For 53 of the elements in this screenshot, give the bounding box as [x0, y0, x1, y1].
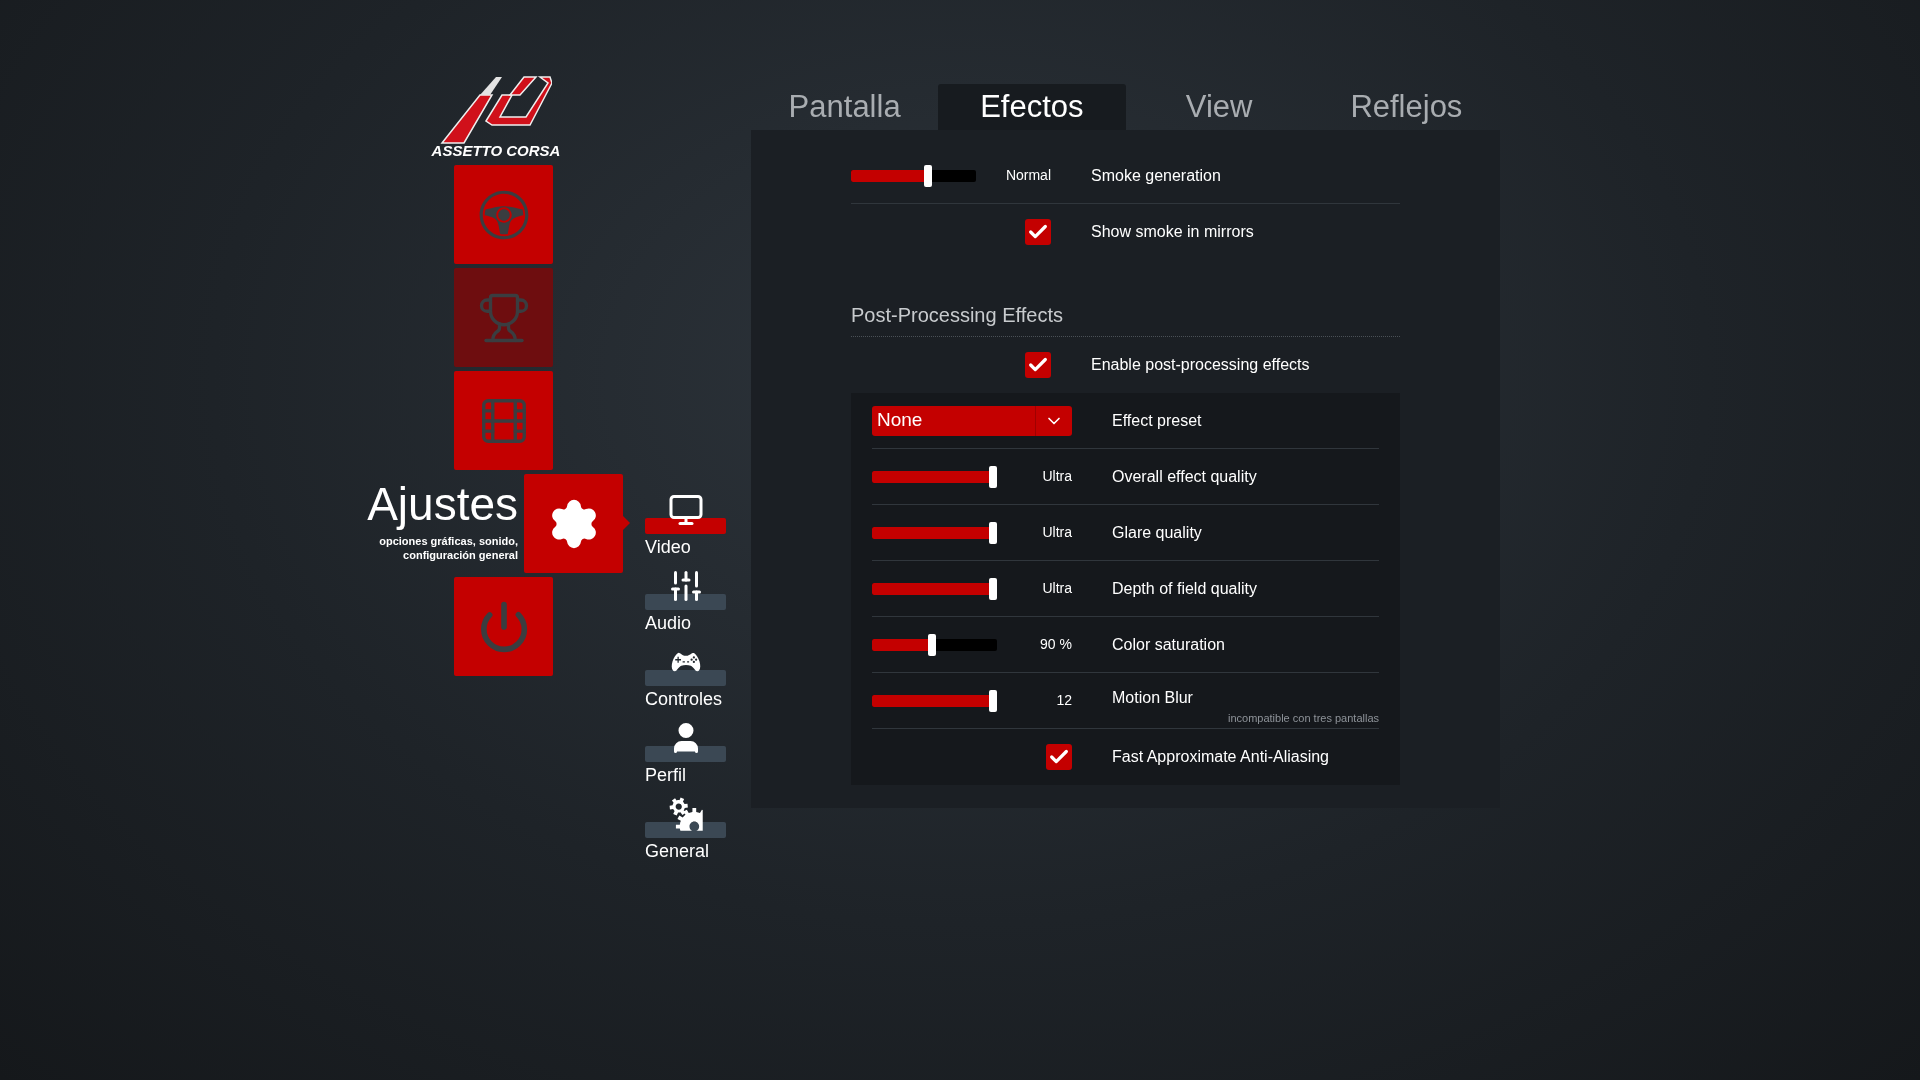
- checkbox[interactable]: [1046, 744, 1072, 770]
- setting-label: Fast Approximate Anti-Aliasing: [1112, 747, 1330, 767]
- logo-text: ASSETTO CORSA: [431, 143, 561, 158]
- tab[interactable]: View: [1125, 84, 1313, 130]
- slider-value: Ultra: [1042, 579, 1072, 598]
- submenu-item[interactable]: Perfil: [645, 762, 726, 788]
- slider-thumb[interactable]: [923, 164, 932, 187]
- submenu-item[interactable]: Controles: [645, 686, 726, 712]
- tab[interactable]: Pantalla: [751, 84, 939, 130]
- menu-tile[interactable]: [454, 577, 553, 676]
- monitor-icon: [667, 492, 704, 528]
- section-subtitle: opciones gráficas, sonido, configuración general: [378, 534, 518, 562]
- setting-label: Show smoke in mirrors: [1091, 222, 1255, 242]
- checkbox[interactable]: [1025, 219, 1051, 245]
- logo-icon: [440, 75, 552, 145]
- setting-note: incompatible con tres pantallas: [1227, 711, 1379, 727]
- tab[interactable]: Reflejos: [1312, 84, 1500, 130]
- slider[interactable]: [872, 577, 997, 600]
- setting-label: Overall effect quality: [1112, 466, 1258, 487]
- slider-thumb[interactable]: [928, 633, 937, 656]
- submenu-item[interactable]: Video: [645, 534, 726, 560]
- setting-label: Enable post-processing effects: [1091, 355, 1311, 375]
- menu-tile[interactable]: [454, 165, 553, 264]
- slider-value: Normal: [1005, 166, 1051, 185]
- menu-tile[interactable]: [454, 371, 553, 470]
- gears-icon: [667, 796, 704, 832]
- setting-label: Depth of field quality: [1112, 578, 1258, 599]
- slider[interactable]: [851, 164, 976, 187]
- checkbox[interactable]: [1025, 352, 1051, 378]
- setting-label: Color saturation: [1112, 634, 1226, 655]
- slider-value: 12: [1056, 691, 1072, 710]
- slider[interactable]: [872, 521, 997, 544]
- slider[interactable]: [872, 465, 997, 488]
- dropdown[interactable]: None: [872, 405, 1072, 436]
- slider-thumb[interactable]: [989, 465, 997, 488]
- slider[interactable]: [872, 689, 997, 712]
- submenu-item[interactable]: Audio: [645, 610, 726, 636]
- slider-thumb[interactable]: [989, 577, 997, 600]
- slider-value: 90 %: [1040, 635, 1072, 654]
- slider[interactable]: [872, 633, 997, 656]
- section-title: Ajustes: [367, 477, 518, 532]
- slider-thumb[interactable]: [989, 689, 997, 712]
- slider-value: Ultra: [1042, 467, 1072, 486]
- setting-label: Glare quality: [1112, 522, 1203, 543]
- submenu-item[interactable]: General: [645, 838, 726, 864]
- slider-value: Ultra: [1042, 523, 1072, 542]
- setting-label: Effect preset: [1112, 410, 1203, 431]
- setting-label: Motion Blur: [1112, 688, 1194, 709]
- setting-label: Smoke generation: [1091, 165, 1222, 186]
- section-heading: Post-Processing Effects: [851, 304, 1063, 326]
- pointer-icon: [623, 516, 630, 530]
- slider-thumb[interactable]: [989, 521, 997, 544]
- tab[interactable]: Efectos: [938, 84, 1126, 130]
